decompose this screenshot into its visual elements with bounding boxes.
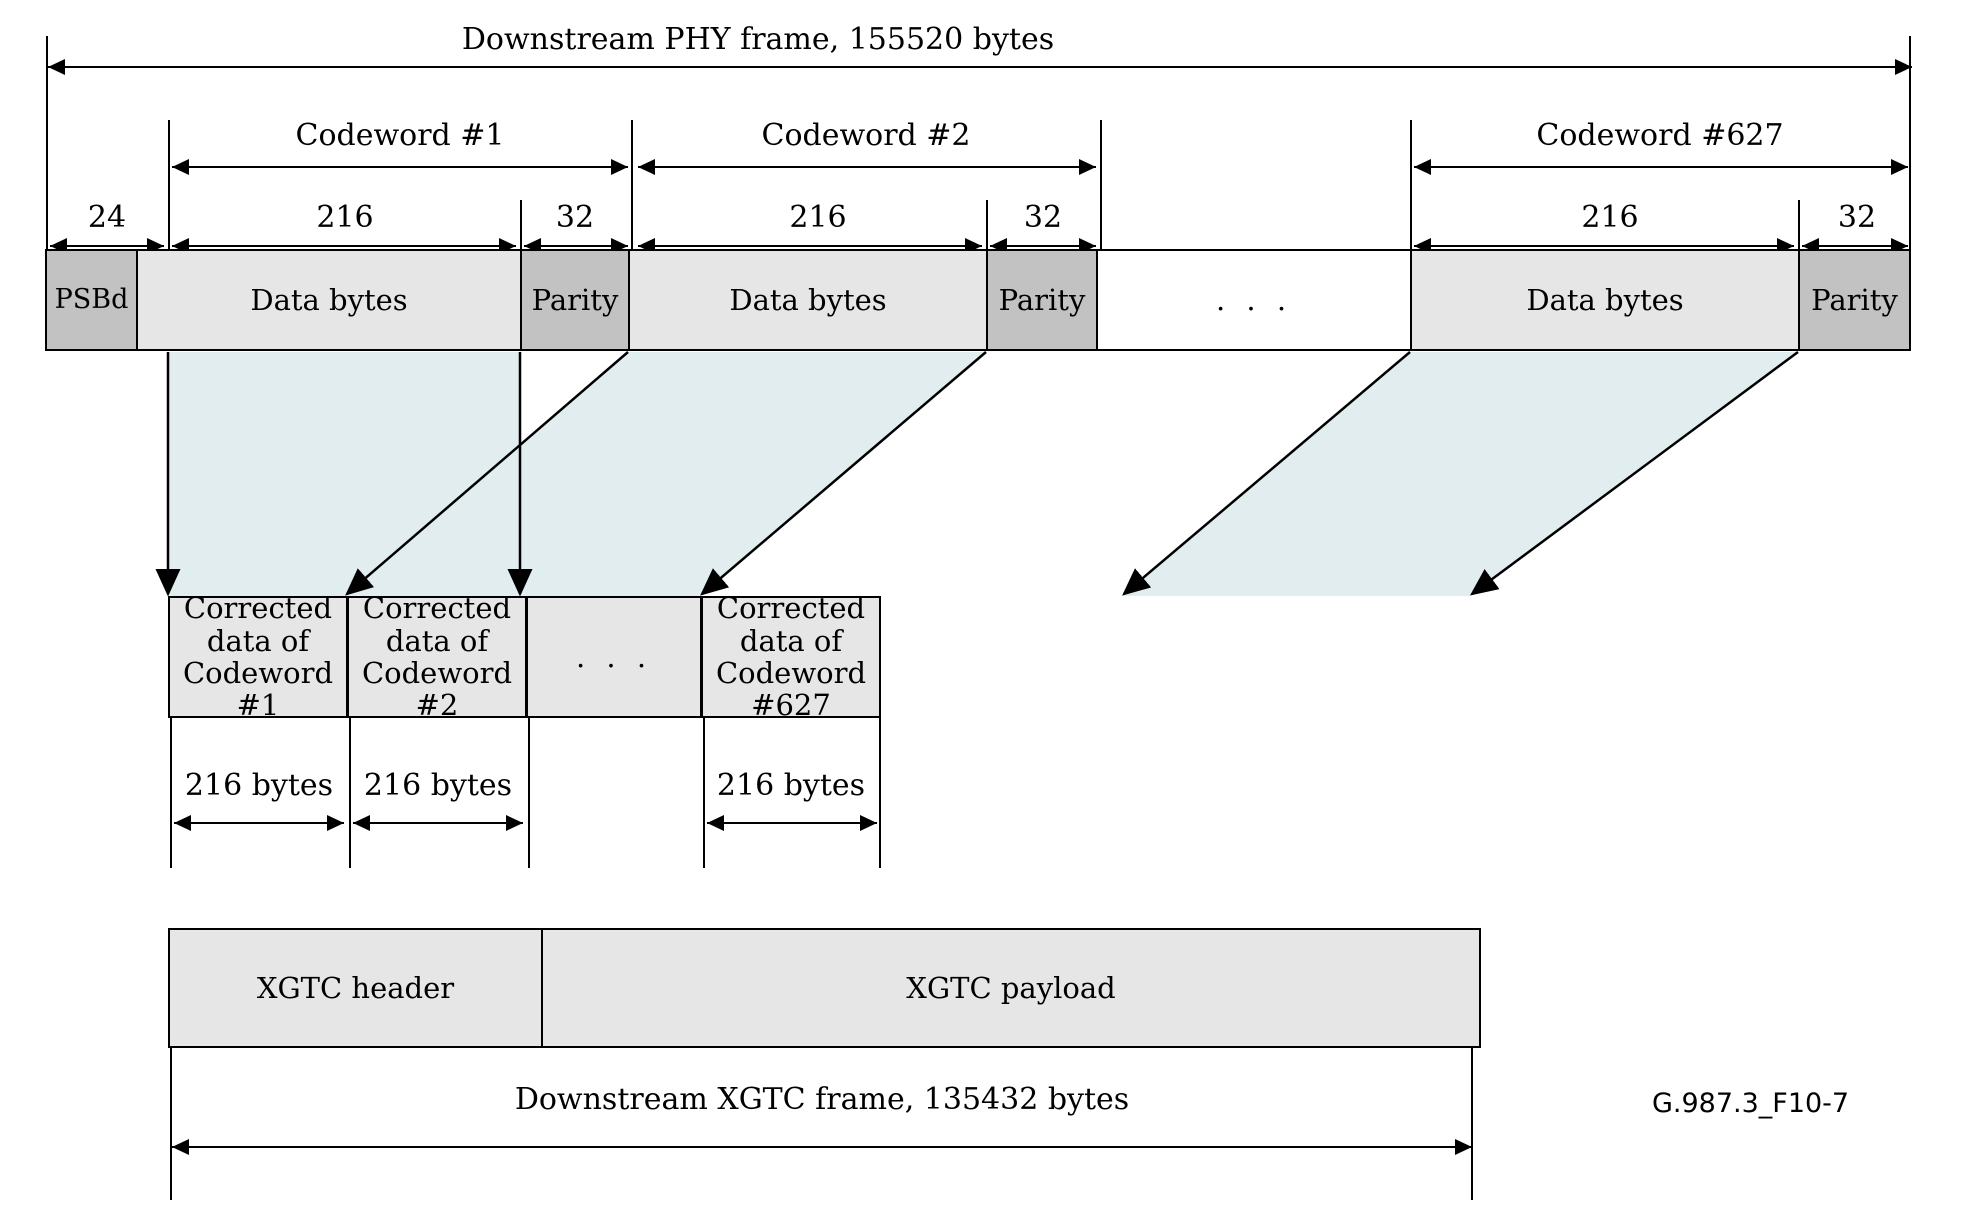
phy-cell-data-1-label: Data bytes [250,282,408,317]
flow-band-codeword-1 [168,352,520,596]
phy-cell-parity-2-label: Parity [998,282,1086,317]
guide-line-cw2-parity [986,200,988,250]
guide-line-cw627-parity [1798,200,1800,250]
codeword-2-label: Codeword #2 [761,118,971,153]
corrected-dimension-arrow-627 [707,815,877,831]
phy-cell-parity-1-label: Parity [531,282,619,317]
flow-band-codeword-627 [1122,352,1798,596]
phy-cell-ellipsis-label: . . . [1215,282,1293,317]
guide-line-corr-2-right [528,718,530,868]
phy-cell-psbd: PSBd [45,249,138,351]
corrected-cell-627-line1: Corrected data of [716,591,866,658]
codeword-1-label: Codeword #1 [295,118,505,153]
corrected-dimension-label-1: 216 bytes [184,768,334,803]
guide-line-corr-627-right [879,718,881,868]
phy-cell-data-2: Data bytes [628,249,988,351]
corrected-cell-1-line2: Codeword #1 [182,656,334,723]
corrected-dimension-arrow-2 [353,815,523,831]
phy-cell-data-627-label: Data bytes [1526,282,1684,317]
codeword-627-label: Codeword #627 [1536,118,1784,153]
guide-line-corr-627-left [703,718,705,868]
phy-cell-parity-1: Parity [520,249,630,351]
data-1-dimension-arrow [172,238,516,254]
corrected-dimension-arrow-1 [174,815,344,831]
xgtc-payload-cell: XGTC payload [541,928,1481,1048]
flow-arrow-codeword-2-right [700,351,987,596]
phy-cell-ellipsis: . . . [1096,249,1412,351]
guide-line-cw1-parity [520,200,522,250]
parity-1-size-label: 32 [555,200,595,235]
guide-line-xgtc-left [170,1048,172,1200]
xgtc-payload-label: XGTC payload [906,970,1116,1005]
codeword-627-dimension-arrow [1414,159,1908,175]
phy-cell-psbd-label: PSBd [54,283,129,315]
guide-line-frame-left [46,36,48,250]
flow-arrow-codeword-627-right [1469,350,1799,596]
data-627-size-label: 216 [1581,200,1639,235]
phy-frame-dimension-arrow [48,59,1912,75]
flow-arrow-codeword-627-left [1122,351,1411,596]
codeword-1-dimension-arrow [172,159,628,175]
parity-1-dimension-arrow [524,238,628,254]
figure-id-label: G.987.3_F10-7 [1652,1088,1850,1119]
phy-cell-data-1: Data bytes [136,249,522,351]
corrected-cell-2-line2: Codeword #2 [361,656,513,723]
parity-627-dimension-arrow [1802,238,1908,254]
guide-line-corr-1-left [170,718,172,868]
phy-cell-parity-627-label: Parity [1811,282,1898,317]
parity-2-dimension-arrow [990,238,1096,254]
data-627-dimension-arrow [1414,238,1794,254]
guide-line-corr-1-right [349,718,351,868]
xgtc-frame-dimension-arrow [172,1139,1472,1155]
phy-cell-parity-2: Parity [986,249,1098,351]
corrected-cell-2-line1: Corrected data of [362,591,512,658]
figure-canvas: Downstream PHY frame, 155520 bytes Codew… [0,0,1970,1224]
guide-line-cw2-end [1100,120,1102,250]
flow-arrow-codeword-2-left [345,351,629,596]
phy-cell-parity-627: Parity [1798,249,1911,351]
phy-cell-data-627: Data bytes [1410,249,1800,351]
psbd-dimension-arrow [50,238,164,254]
corrected-cell-627-line2: Codeword #627 [715,656,867,723]
parity-627-size-label: 32 [1837,200,1877,235]
xgtc-header-cell: XGTC header [168,928,543,1048]
xgtc-header-label: XGTC header [256,970,455,1005]
parity-2-size-label: 32 [1023,200,1063,235]
corrected-dimension-label-627: 216 bytes [716,768,866,803]
corrected-cell-ellipsis: . . . [526,596,702,718]
codeword-2-dimension-arrow [638,159,1096,175]
data-2-size-label: 216 [789,200,847,235]
guide-line-xgtc-right [1471,1048,1473,1200]
guide-line-cw1-end [631,120,633,250]
corrected-cell-2: Corrected data of Codeword #2 [347,592,527,722]
data-2-dimension-arrow [638,238,982,254]
bottom-title: Downstream XGTC frame, 135432 bytes [514,1082,1130,1117]
corrected-cell-ellipsis-label: . . . [575,639,653,674]
page-title: Downstream PHY frame, 155520 bytes [461,22,1055,57]
guide-line-frame-right [1909,36,1911,250]
data-1-size-label: 216 [316,200,374,235]
guide-line-cw627-start [1410,120,1412,250]
flow-band-codeword-2 [345,352,986,596]
psbd-size-label: 24 [87,200,127,235]
corrected-cell-627: Corrected data of Codeword #627 [701,592,881,722]
guide-line-cw1-start [168,120,170,250]
corrected-dimension-label-2: 216 bytes [363,768,513,803]
phy-cell-data-2-label: Data bytes [729,282,887,317]
corrected-cell-1-line1: Corrected data of [183,591,333,658]
corrected-cell-1: Corrected data of Codeword #1 [168,592,348,722]
